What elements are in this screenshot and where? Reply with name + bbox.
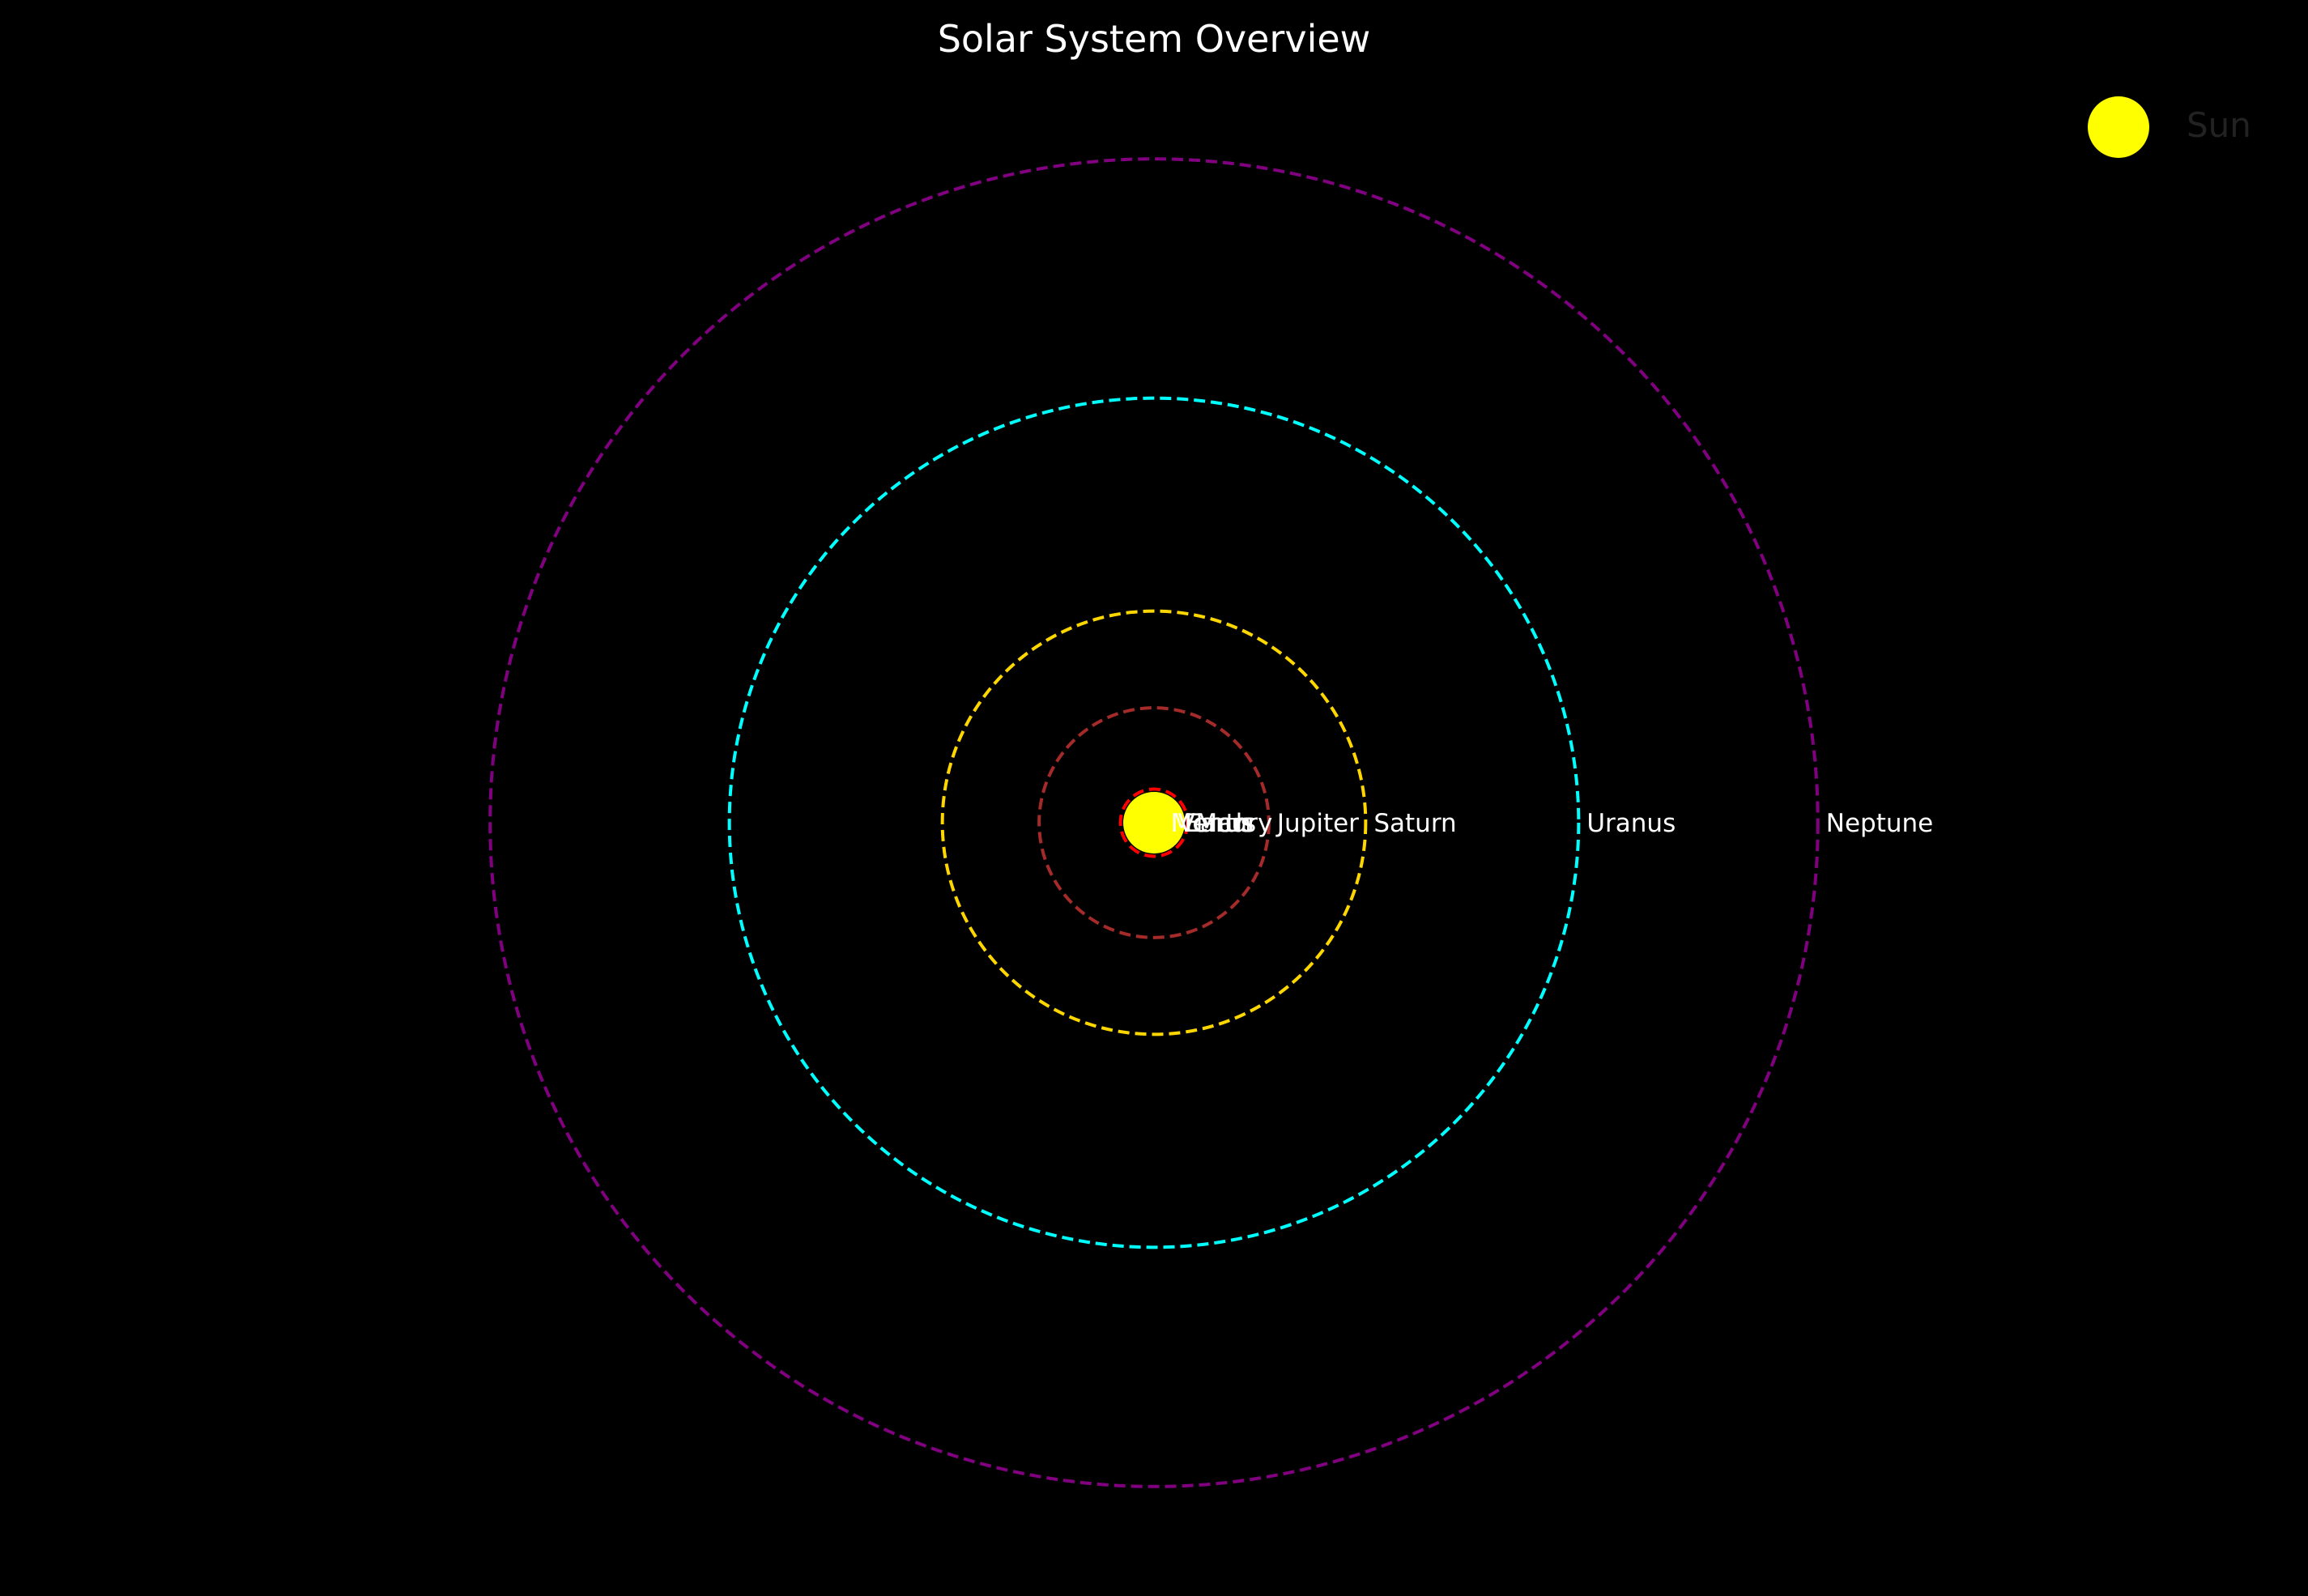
legend-label-sun: Sun <box>2187 105 2251 145</box>
planet-label-neptune: Neptune <box>1826 809 1933 838</box>
planet-label-uranus: Uranus <box>1586 809 1676 838</box>
planet-label-mars: Mars <box>1195 809 1256 838</box>
chart-title: Solar System Overview <box>938 17 1371 61</box>
planet-label-saturn: Saturn <box>1373 809 1456 838</box>
legend-sun-marker <box>2088 96 2149 158</box>
solar-system-diagram: Solar System Overview MercuryVenusEarthM… <box>0 0 2308 1596</box>
planet-label-jupiter: Jupiter <box>1275 809 1359 838</box>
